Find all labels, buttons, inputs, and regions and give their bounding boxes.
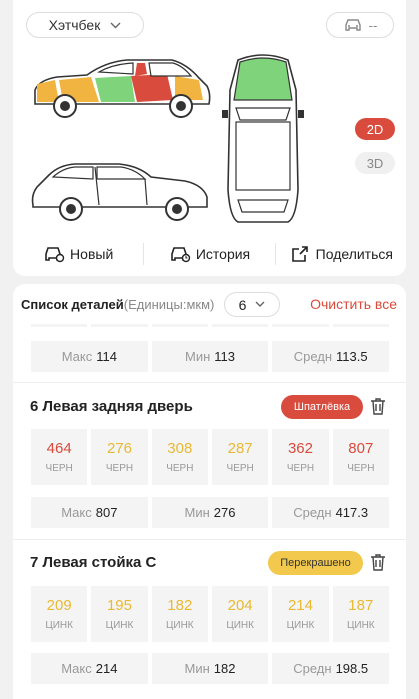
new-button[interactable]: Новый [13,238,143,270]
min-stat: Мин 113 [151,341,269,372]
reading-cell[interactable]: 214 ЦИНК [272,586,329,642]
new-label: Новый [70,246,114,262]
reading-cell [151,324,208,327]
max-stat: Макс 214 [31,653,148,684]
car-icon [344,19,361,31]
reading-cell[interactable]: 276 ЧЕРН [91,429,148,485]
readings-row: 209 ЦИНК 195 ЦИНК 182 ЦИНК 204 ЦИНК 214 ЦИНК … [31,586,389,642]
trash-icon[interactable] [370,397,386,415]
share-label: Поделиться [315,246,393,262]
car-new-icon [45,247,65,263]
body-type-select[interactable]: Хэтчбек [26,12,144,38]
reading-cell[interactable]: 204 ЦИНК [211,586,269,642]
car-history-icon [171,247,191,263]
history-label: История [195,246,251,262]
chevron-down-icon [110,22,121,28]
max-stat: Макс 807 [31,497,148,528]
action-bar: Новый История Поделиться [13,238,406,270]
clear-all-button[interactable]: Очистить все [310,296,397,312]
body-type-label: Хэтчбек [48,17,101,33]
divider [13,382,406,383]
top-view-car-diagram[interactable] [218,50,308,228]
reading-cell [31,324,88,327]
car-diagram-card: Хэтчбек -- 2D 3D Новый История Поделитьс… [13,0,406,276]
share-button[interactable]: Поделиться [276,238,406,270]
avg-stat: Средн 198.5 [272,653,390,684]
reading-cell [211,324,269,327]
reading-cell[interactable]: 362 ЧЕРН [272,429,329,485]
scrolled-readings-row [31,324,389,327]
avg-stat: Средн 113.5 [272,341,390,372]
count-select[interactable]: 6 [224,292,280,317]
max-stat: Макс 114 [31,341,148,372]
reading-cell[interactable]: 182 ЦИНК [151,586,208,642]
reading-cell [272,324,329,327]
trash-icon[interactable] [370,553,386,571]
stats-row: Макс 114 Мин 113 Средн 113.5 [31,341,390,372]
car-status: -- [368,17,378,33]
reading-cell[interactable]: 308 ЧЕРН [151,429,208,485]
reading-cell [332,324,389,327]
reading-cell[interactable]: 464 ЧЕРН [31,429,88,485]
parts-list-card: Список деталей (Единицы:мкм) 6 Очистить в… [13,284,406,699]
reading-cell[interactable]: 807 ЧЕРН [332,429,389,485]
part-title: 7 Левая стойка C [30,554,157,571]
stats-row: Макс 807 Мин 276 Средн 417.3 [31,497,390,528]
readings-row: 464 ЧЕРН 276 ЧЕРН 308 ЧЕРН 287 ЧЕРН 362 ЧЕРН … [31,429,389,485]
right-side-car-diagram[interactable] [27,155,215,223]
min-stat: Мин 182 [151,653,269,684]
list-unit: (Единицы:мкм) [123,296,215,312]
list-title: Список деталей [21,296,124,312]
status-badge[interactable]: Шпатлёвка [281,395,363,419]
share-icon [291,246,308,262]
reading-cell[interactable]: 209 ЦИНК [31,586,88,642]
part-title: 6 Левая задняя дверь [30,398,193,415]
status-badge[interactable]: Перекрашено [268,551,363,575]
count-value: 6 [238,296,247,313]
history-button[interactable]: История [144,238,274,270]
reading-cell[interactable]: 195 ЦИНК [91,586,148,642]
reading-cell [91,324,148,327]
reading-cell[interactable]: 287 ЧЕРН [211,429,269,485]
divider [13,539,406,540]
reading-cell[interactable]: 187 ЦИНК [332,586,389,642]
avg-stat: Средн 417.3 [272,497,390,528]
left-side-car-diagram[interactable] [27,50,215,122]
view-2d-button[interactable]: 2D [355,118,395,140]
min-stat: Мин 276 [151,497,269,528]
stats-row: Макс 214 Мин 182 Средн 198.5 [31,653,390,684]
view-3d-button[interactable]: 3D [355,152,395,174]
chevron-down-icon [255,301,265,307]
car-select-pill[interactable]: -- [326,12,394,38]
